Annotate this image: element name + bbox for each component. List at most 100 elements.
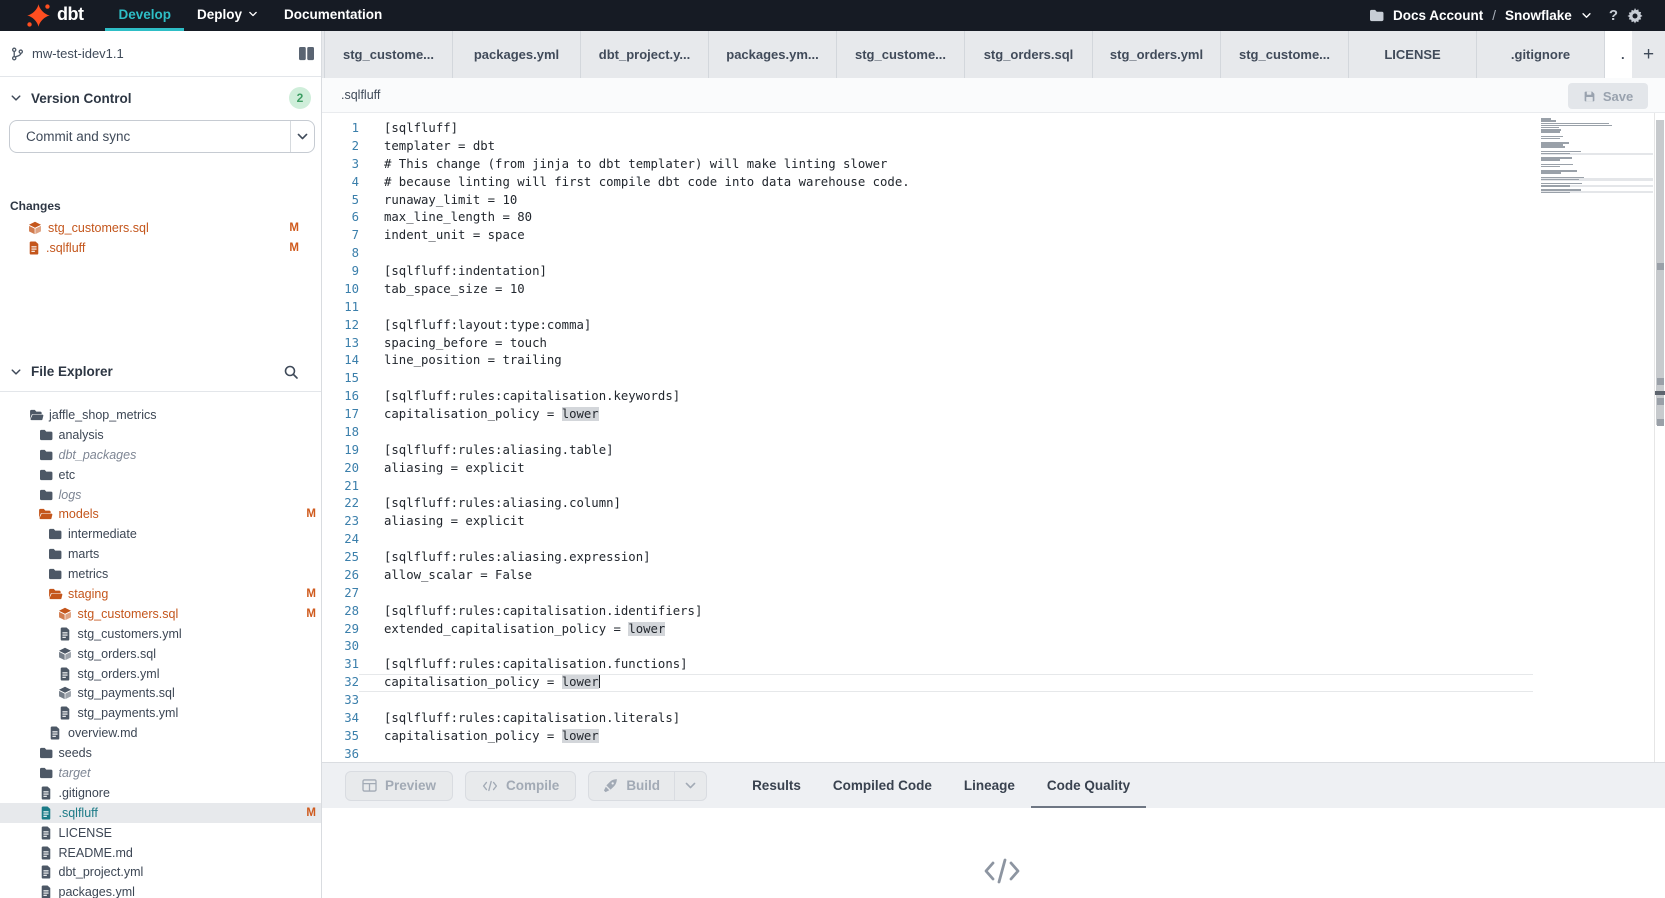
file-tree-item-etc[interactable]: etc bbox=[0, 465, 321, 485]
connection-name[interactable]: Snowflake bbox=[1505, 8, 1572, 23]
code-editor[interactable]: 1[sqlfluff]2templater = dbt3# This chang… bbox=[322, 113, 1665, 762]
save-button[interactable]: Save bbox=[1568, 83, 1648, 109]
bottom-tab-results[interactable]: Results bbox=[736, 763, 817, 809]
code-line-32[interactable]: 32capitalisation_policy = lower bbox=[322, 674, 1665, 692]
editor-tab-stg_orderssql[interactable]: stg_orders.sql bbox=[965, 31, 1093, 78]
editor-tab-stg_ordersyml[interactable]: stg_orders.yml bbox=[1093, 31, 1221, 78]
editor-tab-stg_custome[interactable]: stg_custome... bbox=[837, 31, 965, 78]
file-tree-item-models[interactable]: modelsM bbox=[0, 504, 321, 524]
code-line-1[interactable]: 1[sqlfluff] bbox=[322, 120, 1665, 138]
file-tree-item-stg_payments.yml[interactable]: stg_payments.yml bbox=[0, 703, 321, 723]
nav-item-deploy[interactable]: Deploy bbox=[184, 0, 271, 31]
file-tree-item-stg_orders.yml[interactable]: stg_orders.yml bbox=[0, 664, 321, 684]
file-tree-item-LICENSE[interactable]: LICENSE bbox=[0, 823, 321, 843]
bottom-tab-code-quality[interactable]: Code Quality bbox=[1031, 763, 1146, 809]
code-line-21[interactable]: 21 bbox=[322, 478, 1665, 496]
search-icon[interactable] bbox=[283, 364, 299, 380]
code-line-8[interactable]: 8 bbox=[322, 245, 1665, 263]
editor-tab-packagesym[interactable]: packages.ym... bbox=[709, 31, 837, 78]
build-options-caret[interactable] bbox=[674, 772, 706, 800]
editor-scrollbar[interactable] bbox=[1654, 113, 1665, 762]
code-line-36[interactable]: 36 bbox=[322, 746, 1665, 762]
file-tree-item-stg_customers.sql[interactable]: stg_customers.sqlM bbox=[0, 604, 321, 624]
file-tree-item-analysis[interactable]: analysis bbox=[0, 425, 321, 445]
file-tree-item-.gitignore[interactable]: .gitignore bbox=[0, 783, 321, 803]
file-tree-item-staging[interactable]: stagingM bbox=[0, 584, 321, 604]
code-line-11[interactable]: 11 bbox=[322, 299, 1665, 317]
editor-tab-stg_custome[interactable]: stg_custome... bbox=[1221, 31, 1349, 78]
file-explorer-header[interactable]: File Explorer bbox=[0, 352, 321, 392]
code-line-29[interactable]: 29extended_capitalisation_policy = lower bbox=[322, 621, 1665, 639]
file-tree-item-README.md[interactable]: README.md bbox=[0, 843, 321, 863]
dbt-logo[interactable]: dbt bbox=[0, 3, 83, 28]
file-tree-item-metrics[interactable]: metrics bbox=[0, 564, 321, 584]
commit-and-sync-button[interactable]: Commit and sync bbox=[9, 120, 315, 153]
file-tree-item-stg_payments.sql[interactable]: stg_payments.sql bbox=[0, 683, 321, 703]
code-line-31[interactable]: 31[sqlfluff:rules:capitalisation.functio… bbox=[322, 656, 1665, 674]
preview-button[interactable]: Preview bbox=[345, 771, 453, 801]
file-tree-item-seeds[interactable]: seeds bbox=[0, 743, 321, 763]
file-tree-item-dbt_project.yml[interactable]: dbt_project.yml bbox=[0, 862, 321, 882]
editor-tab-dbt_projecty[interactable]: dbt_project.y... bbox=[581, 31, 709, 78]
file-tree-item-target[interactable]: target bbox=[0, 763, 321, 783]
code-line-2[interactable]: 2templater = dbt bbox=[322, 138, 1665, 156]
help-button[interactable]: ? bbox=[1609, 7, 1618, 24]
file-tree-item-jaffle_shop_metrics[interactable]: jaffle_shop_metrics bbox=[0, 405, 321, 425]
nav-item-develop[interactable]: Develop bbox=[105, 0, 184, 31]
code-line-27[interactable]: 27 bbox=[322, 585, 1665, 603]
code-line-24[interactable]: 24 bbox=[322, 531, 1665, 549]
code-line-17[interactable]: 17capitalisation_policy = lower bbox=[322, 406, 1665, 424]
version-control-header[interactable]: Version Control 2 bbox=[0, 77, 321, 119]
code-line-18[interactable]: 18 bbox=[322, 424, 1665, 442]
code-line-13[interactable]: 13spacing_before = touch bbox=[322, 335, 1665, 353]
editor-tab-LICENSE[interactable]: LICENSE bbox=[1349, 31, 1477, 78]
settings-gear-icon[interactable] bbox=[1627, 8, 1643, 24]
changed-file-item[interactable]: .sqlfluffM bbox=[0, 238, 321, 258]
compile-button[interactable]: Compile bbox=[465, 771, 576, 801]
code-line-6[interactable]: 6max_line_length = 80 bbox=[322, 209, 1665, 227]
bottom-tab-lineage[interactable]: Lineage bbox=[948, 763, 1031, 809]
code-line-35[interactable]: 35capitalisation_policy = lower bbox=[322, 728, 1665, 746]
editor-tab-gitignore[interactable]: .gitignore bbox=[1477, 31, 1605, 78]
split-panes-icon[interactable] bbox=[298, 46, 315, 61]
code-line-19[interactable]: 19[sqlfluff:rules:aliasing.table] bbox=[322, 442, 1665, 460]
bottom-tab-compiled-code[interactable]: Compiled Code bbox=[817, 763, 948, 809]
code-line-25[interactable]: 25[sqlfluff:rules:aliasing.expression] bbox=[322, 549, 1665, 567]
code-line-30[interactable]: 30 bbox=[322, 638, 1665, 656]
connection-caret-icon[interactable] bbox=[1581, 10, 1592, 21]
editor-tab-sqlfluff-active-partial[interactable]: . bbox=[1605, 31, 1632, 78]
code-line-26[interactable]: 26allow_scalar = False bbox=[322, 567, 1665, 585]
commit-options-caret[interactable] bbox=[290, 121, 314, 152]
code-line-10[interactable]: 10tab_space_size = 10 bbox=[322, 281, 1665, 299]
code-line-23[interactable]: 23aliasing = explicit bbox=[322, 513, 1665, 531]
code-line-12[interactable]: 12[sqlfluff:layout:type:comma] bbox=[322, 317, 1665, 335]
code-line-4[interactable]: 4# because linting will first compile db… bbox=[322, 174, 1665, 192]
editor-tab-stg_custome[interactable]: stg_custome... bbox=[325, 31, 453, 78]
changed-file-item[interactable]: stg_customers.sqlM bbox=[0, 218, 321, 238]
file-tree-item-overview.md[interactable]: overview.md bbox=[0, 723, 321, 743]
file-tree-item-packages.yml[interactable]: packages.yml bbox=[0, 882, 321, 898]
file-tree-item-stg_customers.yml[interactable]: stg_customers.yml bbox=[0, 624, 321, 644]
editor-tab-packagesyml[interactable]: packages.yml bbox=[453, 31, 581, 78]
code-line-5[interactable]: 5runaway_limit = 10 bbox=[322, 192, 1665, 210]
file-tree-item-dbt_packages[interactable]: dbt_packages bbox=[0, 445, 321, 465]
file-tree-item-logs[interactable]: logs bbox=[0, 485, 321, 505]
code-line-16[interactable]: 16[sqlfluff:rules:capitalisation.keyword… bbox=[322, 388, 1665, 406]
file-tree-item-intermediate[interactable]: intermediate bbox=[0, 524, 321, 544]
code-line-33[interactable]: 33 bbox=[322, 692, 1665, 710]
code-line-14[interactable]: 14line_position = trailing bbox=[322, 352, 1665, 370]
file-tree-item-marts[interactable]: marts bbox=[0, 544, 321, 564]
code-line-20[interactable]: 20aliasing = explicit bbox=[322, 460, 1665, 478]
account-name[interactable]: Docs Account bbox=[1393, 8, 1483, 23]
file-tree-item-.sqlfluff[interactable]: .sqlfluffM bbox=[0, 803, 321, 823]
file-tree-item-stg_orders.sql[interactable]: stg_orders.sql bbox=[0, 644, 321, 664]
code-line-7[interactable]: 7indent_unit = space bbox=[322, 227, 1665, 245]
code-line-15[interactable]: 15 bbox=[322, 370, 1665, 388]
code-line-3[interactable]: 3# This change (from jinja to dbt templa… bbox=[322, 156, 1665, 174]
code-line-28[interactable]: 28[sqlfluff:rules:capitalisation.identif… bbox=[322, 603, 1665, 621]
add-tab-button[interactable]: + bbox=[1632, 31, 1665, 78]
code-line-9[interactable]: 9[sqlfluff:indentation] bbox=[322, 263, 1665, 281]
code-line-34[interactable]: 34[sqlfluff:rules:capitalisation.literal… bbox=[322, 710, 1665, 728]
code-line-22[interactable]: 22[sqlfluff:rules:aliasing.column] bbox=[322, 495, 1665, 513]
minimap[interactable] bbox=[1541, 116, 1653, 196]
